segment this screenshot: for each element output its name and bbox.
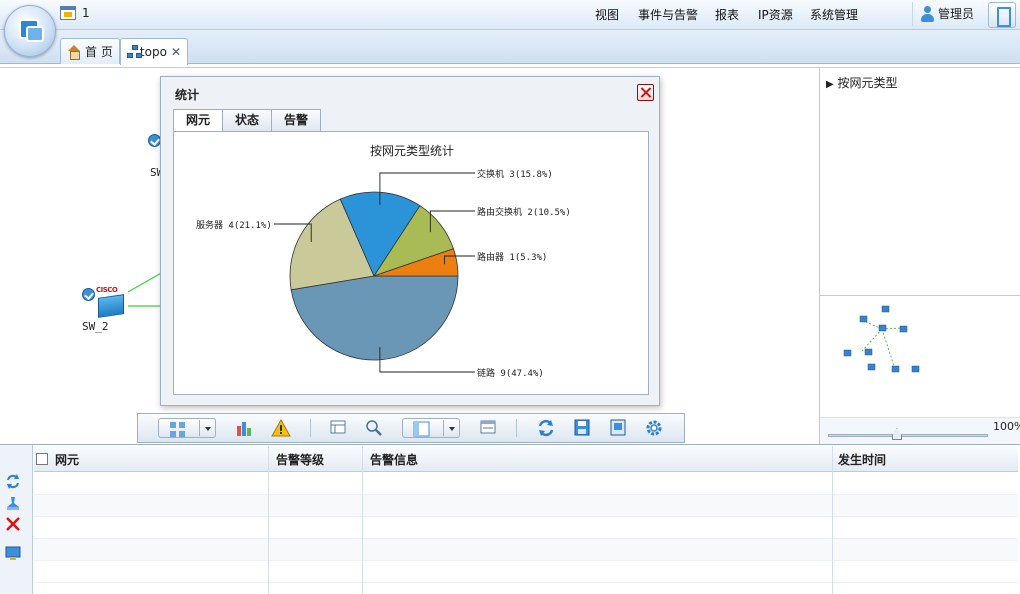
pie-label-switch: 交换机 3(15.8%) [477,170,553,180]
topology-icon [127,45,142,59]
zoom-value: 100% [993,420,1020,433]
switch-node-sw2[interactable]: CISCO [96,286,126,318]
tree-expand-icon[interactable]: ▶ [826,79,834,90]
tab-alarm[interactable]: 告警 [271,109,322,131]
refresh-icon[interactable] [536,418,556,438]
user-menu[interactable]: 管理员 [920,5,974,22]
column-divider [268,446,269,594]
alarm-panel: 网元 告警等级 告警信息 发生时间 [0,444,1020,594]
counter-value: 1 [82,6,90,20]
right-panel: ▶ 按网元类型 100% [820,67,1020,445]
user-icon [920,5,934,22]
pie-label-router: 路由器 1(5.3%) [477,253,548,263]
switch-icon [98,294,124,318]
column-header-alarm-level[interactable]: 告警等级 [276,451,324,468]
minimap[interactable] [820,296,1020,416]
column-header-alarm-info[interactable]: 告警信息 [370,451,418,468]
zoom-slider-track[interactable] [828,434,988,437]
tab-topo-label: topo [139,45,167,59]
select-all-checkbox[interactable] [36,453,48,465]
user-name: 管理员 [938,7,975,21]
chart-panel: 按网元类型统计 链路 9(47.4%) 服务器 4(21.1%) 交换机 3(1… [173,131,649,395]
search-icon[interactable] [364,418,384,438]
refresh-icon[interactable] [5,473,21,489]
menu-item-system-management[interactable]: 系统管理 [810,6,858,23]
notification-counter[interactable]: 1 [60,6,90,20]
pie-label-link: 链路 9(47.4%) [477,369,544,379]
menu-item-reports[interactable]: 报表 [715,6,739,23]
type-tree-root[interactable]: ▶ 按网元类型 [826,74,898,91]
window-layout-icon[interactable] [478,418,498,438]
view-mode-dropdown[interactable] [402,418,460,438]
column-header-occurred-time[interactable]: 发生时间 [838,451,886,468]
column-divider [832,446,833,594]
menu-item-events-alarms[interactable]: 事件与告警 [638,6,698,23]
bar-chart-icon[interactable] [234,418,254,438]
dialog-tabs: 网元 状态 告警 [173,109,322,132]
chevron-down-icon [205,427,211,431]
gear-icon[interactable] [644,418,664,438]
pie-label-router-switch: 路由交换机 2(10.5%) [477,208,571,218]
toolbar-divider [310,419,311,437]
table-row[interactable] [34,473,1018,495]
view-mode-icon [413,421,430,437]
tab-topo[interactable]: topo ✕ [120,38,188,65]
clear-alarm-icon[interactable] [5,495,21,511]
monitor-icon[interactable] [5,545,21,561]
tab-close-icon[interactable]: ✕ [171,45,181,59]
app-root: 1 视图 事件与告警 报表 IP资源 系统管理 管理员 首 页 topo ✕ S… [0,0,1020,594]
save-icon[interactable] [572,418,592,438]
statistics-dialog: 统计 网元 状态 告警 按网元类型统计 链路 9(47.4%) 服务器 4(21… [160,76,660,406]
logo-mark-front [26,26,44,42]
logout-button[interactable] [988,2,1016,28]
node-label-sw2: SW_2 [82,320,109,333]
dialog-close-button[interactable] [637,84,654,101]
chevron-down-icon [449,427,455,431]
menu-divider [912,2,913,26]
menu-item-ip-resources[interactable]: IP资源 [758,6,793,23]
alarm-warning-icon[interactable] [270,418,292,438]
table-row[interactable] [34,517,1018,539]
pie-label-server: 服务器 4(21.1%) [196,221,272,231]
tab-home-label: 首 页 [85,45,113,59]
column-divider [362,446,363,594]
layout-dropdown[interactable] [158,418,216,438]
dialog-title: 统计 [175,88,200,102]
window-icon [60,6,76,20]
tab-status[interactable]: 状态 [222,109,273,131]
export-image-icon[interactable] [608,418,628,438]
layout-icon [170,422,185,437]
table-row[interactable] [34,495,1018,517]
tab-network-element[interactable]: 网元 [173,109,224,132]
status-ok-icon [82,288,95,301]
home-icon [67,45,81,60]
delete-icon[interactable] [5,516,21,532]
top-bar: 1 视图 事件与告警 报表 IP资源 系统管理 管理员 [0,0,1020,30]
table-row[interactable] [34,539,1018,561]
app-logo[interactable] [4,5,56,57]
pie-chart [274,172,475,373]
zoom-slider-handle[interactable] [892,428,902,440]
menu-item-view[interactable]: 视图 [595,6,619,23]
pie-slice[interactable] [290,275,459,361]
panel-icon[interactable] [328,418,348,438]
toolbar-divider [516,419,517,437]
column-header-element[interactable]: 网元 [55,451,79,468]
topology-toolbar [137,413,685,443]
table-row[interactable] [34,561,1018,583]
zoom-control: 100% [820,417,1020,445]
tree-root-label: 按网元类型 [837,76,898,90]
alarm-side-toolbar [0,445,33,594]
tab-home[interactable]: 首 页 [60,38,120,64]
